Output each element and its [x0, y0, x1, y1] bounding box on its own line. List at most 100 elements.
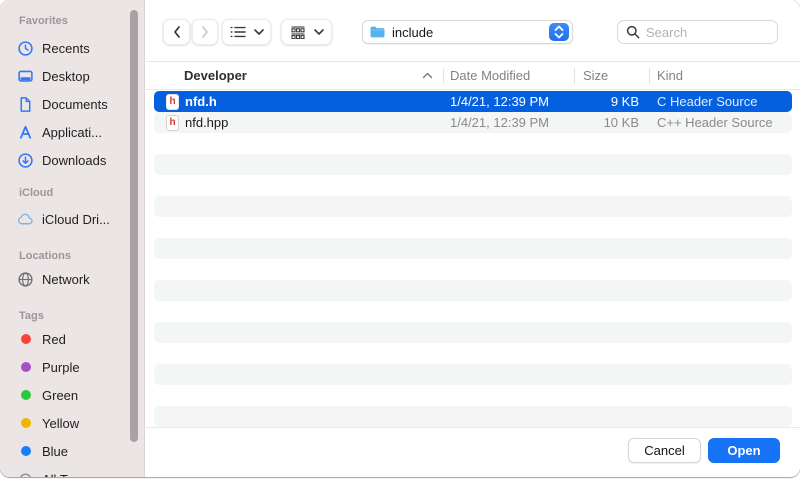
location-dropdown-value: include: [392, 25, 433, 40]
sidebar-item-desktop[interactable]: Desktop: [0, 62, 144, 90]
clock-icon: [17, 40, 34, 57]
empty-row: [154, 154, 792, 175]
document-icon: [17, 96, 34, 113]
chevron-down-icon: [254, 29, 264, 35]
chevron-up-icon: [422, 72, 433, 79]
file-list: h nfd.h 1/4/21, 12:39 PM 9 KB C Header S…: [146, 91, 800, 427]
sidebar-item-tag-yellow[interactable]: Yellow: [0, 409, 144, 437]
sidebar-item-tag-blue[interactable]: Blue: [0, 437, 144, 465]
file-row-nfd-h[interactable]: h nfd.h 1/4/21, 12:39 PM 9 KB C Header S…: [154, 91, 792, 112]
cancel-button[interactable]: Cancel: [628, 438, 701, 463]
sidebar-item-icloud-drive[interactable]: iCloud Dri...: [0, 205, 144, 233]
sidebar-section-locations-label: Locations: [19, 249, 144, 263]
column-header-date-modified[interactable]: Date Modified: [443, 68, 574, 83]
chevron-down-icon: [314, 29, 324, 35]
search-field: [617, 20, 778, 44]
column-header-name[interactable]: Developer: [146, 68, 443, 83]
sidebar-section-icloud-label: iCloud: [19, 186, 144, 200]
sidebar-item-documents[interactable]: Documents: [0, 90, 144, 118]
open-file-dialog: Favorites Recents Desktop Documents: [0, 0, 800, 477]
h-file-icon: h: [166, 115, 179, 131]
back-button[interactable]: [163, 19, 190, 45]
sidebar-item-label: iCloud Dri...: [42, 212, 110, 227]
sidebar-item-tag-green[interactable]: Green: [0, 381, 144, 409]
sidebar-item-recents[interactable]: Recents: [0, 34, 144, 62]
empty-row: [154, 238, 792, 259]
sidebar-item-network[interactable]: Network: [0, 265, 144, 293]
search-input[interactable]: [646, 25, 769, 40]
file-size: 9 KB: [574, 94, 649, 109]
sidebar-item-label: Recents: [42, 41, 90, 56]
sidebar-item-label: Red: [42, 332, 66, 347]
file-kind: C Header Source: [649, 94, 792, 109]
sidebar-scrollbar[interactable]: [130, 10, 138, 442]
empty-row: [154, 364, 792, 385]
globe-icon: [17, 271, 34, 288]
sidebar-item-label: Blue: [42, 444, 68, 459]
file-name: nfd.h: [185, 94, 217, 109]
empty-row: [154, 175, 792, 196]
app-store-icon: [17, 124, 34, 141]
search-icon: [626, 25, 640, 39]
cloud-icon: [17, 211, 34, 228]
file-size: 10 KB: [574, 115, 649, 130]
open-button[interactable]: Open: [708, 438, 780, 463]
sidebar-section-favorites-label: Favorites: [19, 14, 144, 28]
sidebar-item-tag-red[interactable]: Red: [0, 325, 144, 353]
chevron-right-icon: [200, 25, 210, 39]
forward-button[interactable]: [192, 19, 218, 45]
grid-view-icon: [290, 26, 306, 39]
sidebar: Favorites Recents Desktop Documents: [0, 0, 145, 477]
empty-row: [154, 343, 792, 364]
sidebar-item-label: Applicati...: [42, 125, 102, 140]
all-tags-icon: [17, 471, 34, 478]
chevron-left-icon: [172, 25, 182, 39]
desktop-icon: [17, 68, 34, 85]
up-down-chevrons-icon: [549, 23, 569, 41]
empty-row: [154, 217, 792, 238]
toolbar: include: [146, 0, 800, 62]
sidebar-item-label: Desktop: [42, 69, 90, 84]
column-header-kind[interactable]: Kind: [649, 68, 800, 83]
sidebar-item-tag-purple[interactable]: Purple: [0, 353, 144, 381]
location-dropdown[interactable]: include: [362, 20, 573, 44]
sidebar-item-label: Network: [42, 272, 90, 287]
empty-row: [154, 322, 792, 343]
column-divider: [649, 68, 650, 84]
empty-row: [154, 385, 792, 406]
list-view-icon: [230, 26, 246, 38]
column-header-row: Developer Date Modified Size Kind: [146, 62, 800, 90]
column-header-size[interactable]: Size: [574, 68, 649, 83]
download-circle-icon: [17, 152, 34, 169]
sidebar-item-label: Downloads: [42, 153, 106, 168]
empty-row: [154, 406, 792, 427]
tag-dot-yellow: [17, 415, 34, 432]
dialog-content: include Developer: [146, 0, 800, 477]
file-date-modified: 1/4/21, 12:39 PM: [443, 115, 574, 130]
grid-view-button[interactable]: [281, 19, 332, 45]
sidebar-item-all-tags[interactable]: All Tags: [0, 465, 144, 477]
empty-row: [154, 196, 792, 217]
file-name: nfd.hpp: [185, 115, 228, 130]
sidebar-item-label: Yellow: [42, 416, 79, 431]
column-divider: [574, 68, 575, 84]
tag-dot-blue: [17, 443, 34, 460]
tag-dot-green: [17, 387, 34, 404]
file-row-nfd-hpp[interactable]: h nfd.hpp 1/4/21, 12:39 PM 10 KB C++ Hea…: [154, 112, 792, 133]
file-date-modified: 1/4/21, 12:39 PM: [443, 94, 574, 109]
sidebar-item-label: Purple: [42, 360, 80, 375]
sidebar-section-tags-label: Tags: [19, 309, 144, 323]
tag-dot-purple: [17, 359, 34, 376]
column-divider: [443, 68, 444, 84]
sidebar-item-applications[interactable]: Applicati...: [0, 118, 144, 146]
sidebar-item-label: Documents: [42, 97, 108, 112]
tag-dot-red: [17, 331, 34, 348]
column-header-label: Developer: [184, 68, 247, 83]
list-view-button[interactable]: [222, 19, 271, 45]
empty-row: [154, 133, 792, 154]
sidebar-item-label: Green: [42, 388, 78, 403]
empty-row: [154, 301, 792, 322]
empty-row: [154, 280, 792, 301]
empty-row: [154, 259, 792, 280]
sidebar-item-downloads[interactable]: Downloads: [0, 146, 144, 174]
